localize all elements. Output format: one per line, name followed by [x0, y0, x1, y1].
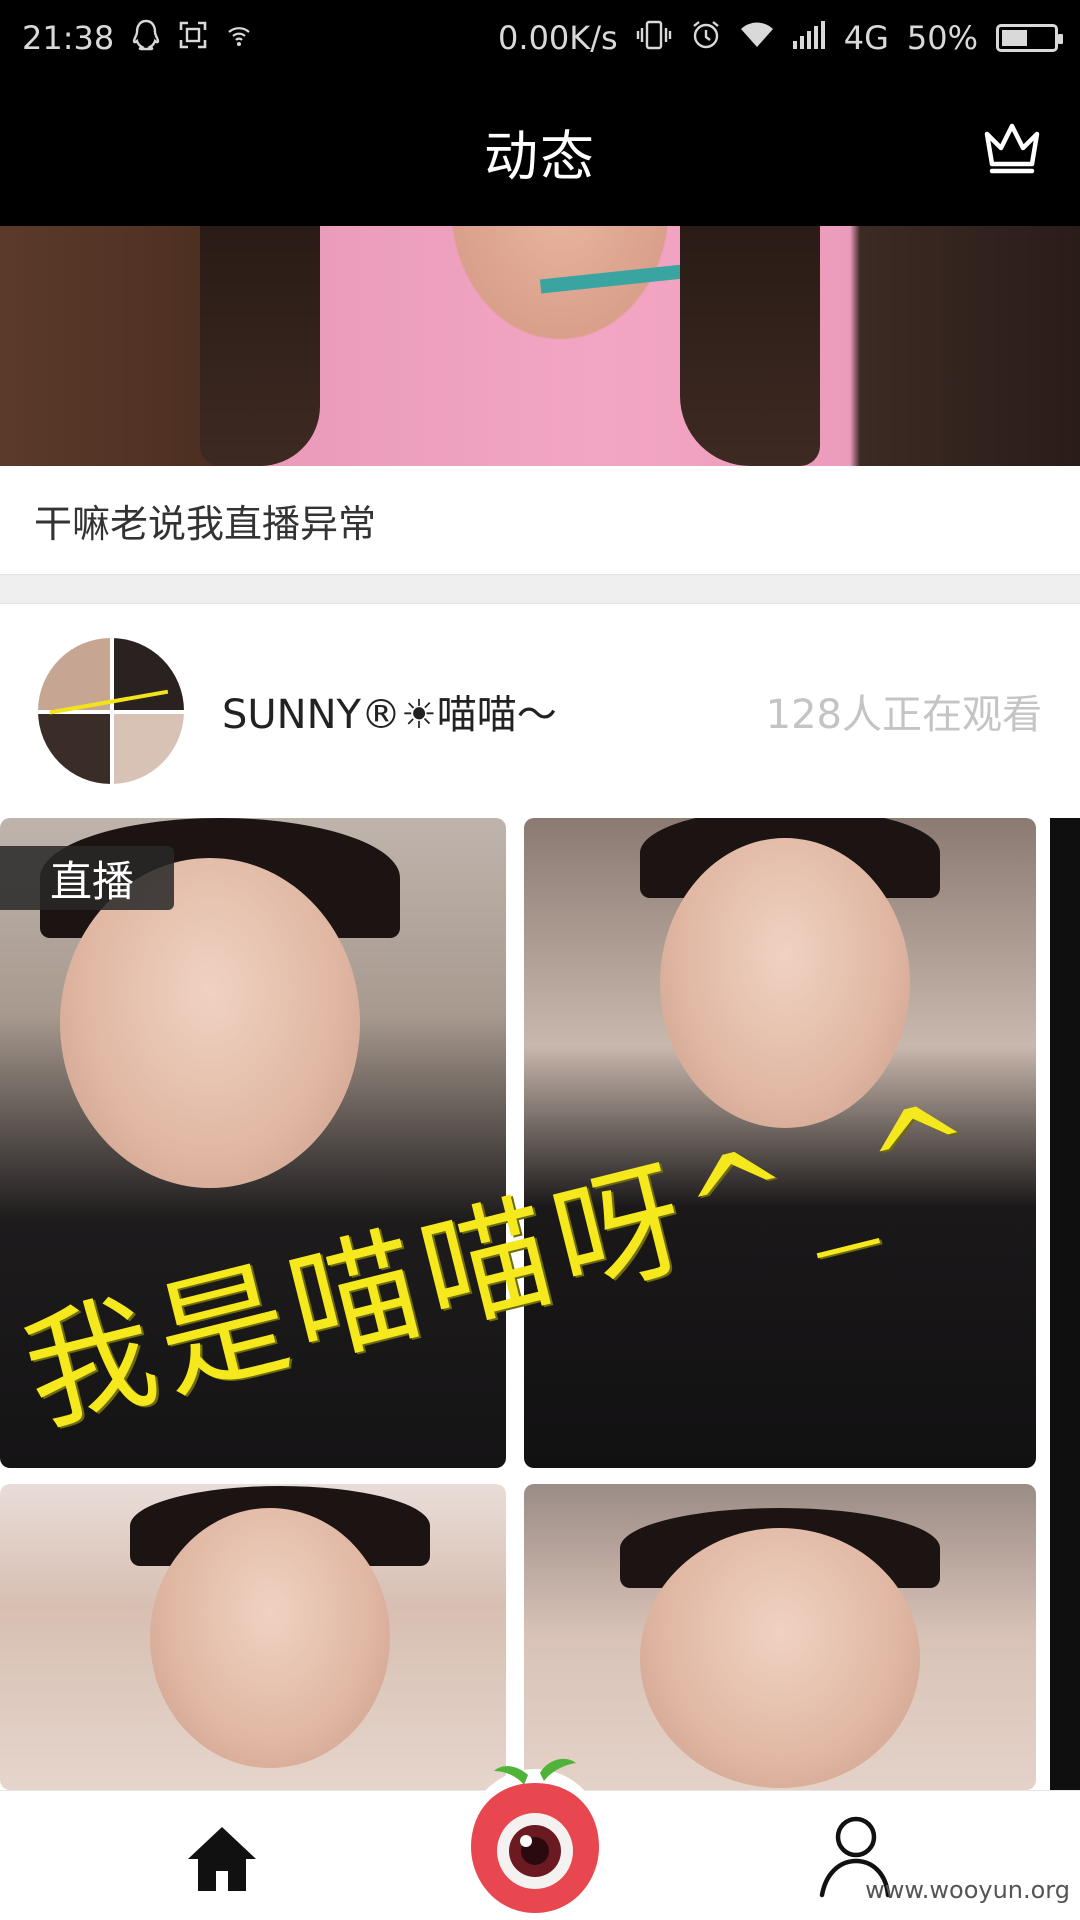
- signal-icon: [792, 21, 826, 55]
- post-header[interactable]: SUNNY®☀喵喵～ 128人正在观看: [0, 604, 1080, 818]
- crown-icon: [984, 123, 1040, 174]
- live-thumbnail[interactable]: 我是喵喵呀^_^ 直播: [0, 818, 1080, 1790]
- avatar[interactable]: [38, 638, 184, 784]
- header: 动态: [0, 76, 1080, 226]
- viewer-count: 128人正在观看: [765, 692, 1042, 738]
- page-title: 动态: [484, 124, 596, 188]
- post-image[interactable]: [0, 226, 1080, 466]
- status-right: 0.00K/s 4G 50%: [498, 19, 1063, 57]
- post-caption[interactable]: 干嘛老说我直播异常: [0, 466, 1080, 574]
- crown-button[interactable]: [980, 116, 1044, 180]
- watermark: www.wooyun.org: [865, 1876, 1070, 1904]
- live-camera-icon: [463, 1758, 607, 1920]
- status-left: 21:38: [22, 19, 252, 57]
- username[interactable]: SUNNY®☀喵喵～: [222, 682, 766, 740]
- alarm-icon: [690, 19, 722, 57]
- nav-home[interactable]: [184, 1821, 260, 1897]
- screenshot-icon: [178, 20, 208, 56]
- home-icon: [188, 1827, 256, 1891]
- live-badge: 直播: [0, 846, 174, 910]
- bottom-nav: www.wooyun.org: [0, 1758, 1080, 1920]
- screen: 21:38 0.00K/s 4G 50% 动态 干嘛老说我直播异常 SUNNY®…: [0, 0, 1080, 1920]
- status-bar: 21:38 0.00K/s 4G 50%: [0, 0, 1080, 76]
- nav-live-camera[interactable]: [460, 1747, 610, 1920]
- wifi-hotspot-icon: [226, 22, 252, 54]
- battery-fill: [1002, 30, 1027, 46]
- qq-icon: [132, 19, 160, 57]
- battery-percent: 50%: [906, 19, 978, 57]
- feed-divider: [0, 574, 1080, 604]
- wifi-icon: [740, 21, 774, 55]
- status-time: 21:38: [22, 19, 115, 57]
- net-speed: 0.00K/s: [498, 19, 618, 57]
- vibrate-icon: [636, 19, 672, 57]
- battery-icon: [996, 24, 1063, 52]
- network-type: 4G: [843, 19, 889, 57]
